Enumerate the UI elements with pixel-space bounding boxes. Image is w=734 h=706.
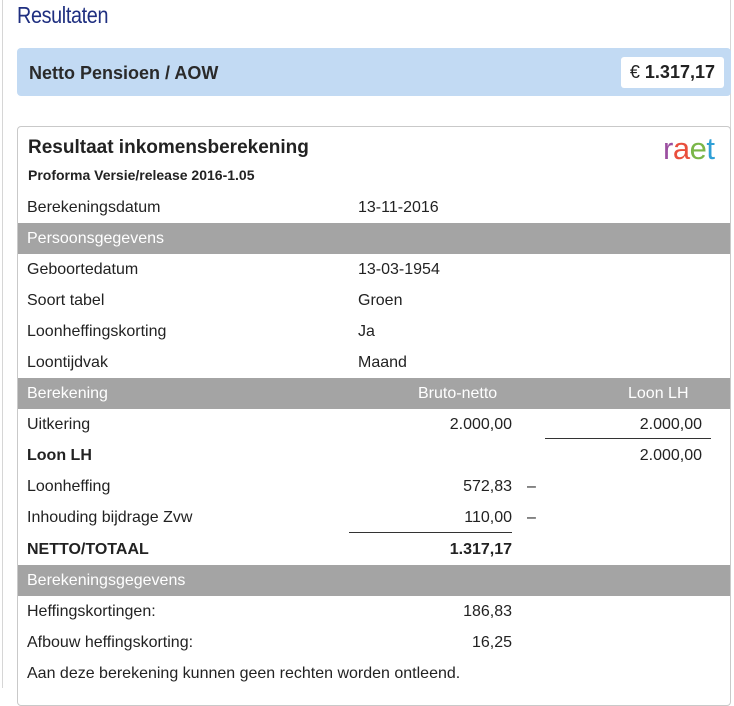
calc-row-bruto: 572,83 <box>463 478 512 495</box>
netto-amount-box: € 1.317,17 <box>620 57 724 88</box>
calc-row-bruto: 2.000,00 <box>449 416 512 433</box>
netto-label: Netto Pensioen / AOW <box>29 63 219 83</box>
currency-symbol: € <box>629 62 640 82</box>
person-value: Groen <box>358 292 403 309</box>
persons-header-label: Persoonsgegevens <box>27 230 164 247</box>
minus-sign: – <box>527 478 536 495</box>
calc-row: Inhouding bijdrage Zvw 110,00 – <box>18 502 730 533</box>
detail-value: 16,25 <box>471 634 512 651</box>
person-row: Soort tabel Groen <box>18 285 730 316</box>
details-header: Berekeningsgegevens <box>18 565 730 596</box>
calc-header: Berekening Bruto-netto Loon LH <box>18 378 730 409</box>
minus-sign: – <box>527 509 536 526</box>
page-title: Resultaten <box>17 2 109 28</box>
result-panel: Resultaat inkomensberekening Proforma Ve… <box>17 126 731 706</box>
netto-summary-bar: Netto Pensioen / AOW € 1.317,17 <box>17 48 731 96</box>
detail-row: Heffingskortingen: 186,83 <box>18 596 730 627</box>
detail-value: 186,83 <box>463 603 512 620</box>
person-row: Loonheffingskorting Ja <box>18 316 730 347</box>
netto-amount: 1.317,17 <box>644 62 715 82</box>
person-value: Maand <box>358 354 407 371</box>
calc-row: Loon LH 2.000,00 <box>18 440 730 471</box>
calc-header-label: Berekening <box>27 385 108 402</box>
calc-date-label: Berekeningsdatum <box>27 199 161 216</box>
calc-row-label: Loon LH <box>27 447 92 464</box>
person-row: Loontijdvak Maand <box>18 347 730 378</box>
disclaimer-text: Aan deze berekening kunnen geen rechten … <box>27 665 461 682</box>
raet-logo: raet <box>663 131 715 166</box>
persons-header: Persoonsgegevens <box>18 223 730 254</box>
detail-label: Heffingskortingen: <box>27 603 156 620</box>
calc-row-label: Uitkering <box>27 416 91 433</box>
person-label: Loonheffingskorting <box>27 323 167 340</box>
person-value: Ja <box>358 323 375 340</box>
calc-total-row: NETTO/TOTAAL 1.317,17 <box>18 534 730 565</box>
calc-row-bruto: 1.317,17 <box>449 541 512 558</box>
bruto-netto-column-header: Bruto-netto <box>418 385 498 402</box>
disclaimer-row: Aan deze berekening kunnen geen rechten … <box>18 658 730 689</box>
calc-date-row: Berekeningsdatum 13-11-2016 <box>18 192 730 223</box>
detail-label: Afbouw heffingskorting: <box>27 634 194 651</box>
result-title: Resultaat inkomensberekening <box>28 137 309 158</box>
loon-lh-column-header: Loon LH <box>628 385 689 402</box>
detail-row: Afbouw heffingskorting: 16,25 <box>18 627 730 658</box>
person-row: Geboortedatum 13-03-1954 <box>18 254 730 285</box>
calc-row: Uitkering 2.000,00 2.000,00 <box>18 409 730 440</box>
person-label: Soort tabel <box>27 292 105 309</box>
calc-row-loon: 2.000,00 <box>639 416 702 433</box>
person-value: 13-03-1954 <box>358 261 440 278</box>
loon-subtotal-line <box>545 438 711 439</box>
calc-row-label: Loonheffing <box>27 478 111 495</box>
bruto-subtotal-line <box>349 532 512 533</box>
calc-row-loon: 2.000,00 <box>639 447 702 464</box>
calc-row: Loonheffing 572,83 – <box>18 471 730 502</box>
calc-row-label: Inhouding bijdrage Zvw <box>27 509 193 526</box>
calc-date-value: 13-11-2016 <box>358 199 439 216</box>
person-label: Loontijdvak <box>27 354 108 371</box>
calc-row-bruto: 110,00 <box>464 509 512 526</box>
calc-row-label: NETTO/TOTAAL <box>27 541 149 558</box>
person-label: Geboortedatum <box>27 261 139 278</box>
left-border <box>2 0 3 688</box>
result-subtitle: Proforma Versie/release 2016-1.05 <box>28 167 255 183</box>
details-header-label: Berekeningsgegevens <box>27 572 186 589</box>
